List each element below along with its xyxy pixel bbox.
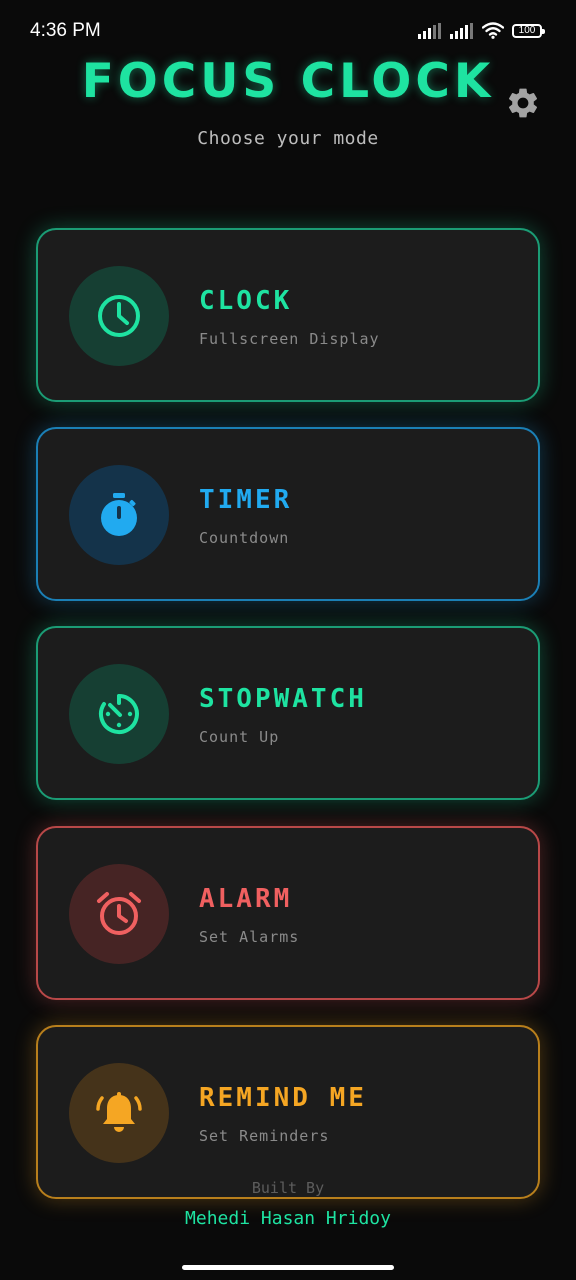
app-title: FOCUS CLOCK	[81, 54, 495, 109]
clock-mode-card[interactable]: CLOCK Fullscreen Display	[36, 228, 540, 402]
stopwatch-icon-circle	[69, 664, 169, 764]
remind-me-icon-circle	[69, 1063, 169, 1163]
battery-level: 100	[518, 24, 536, 36]
remind-me-mode-title: REMIND ME	[199, 1083, 367, 1113]
alarm-icon	[97, 892, 141, 935]
alarm-mode-title: ALARM	[199, 884, 293, 914]
wifi-icon	[482, 22, 504, 39]
alarm-icon-circle	[69, 864, 169, 964]
clock-mode-description: Fullscreen Display	[199, 330, 380, 348]
timer-mode-card[interactable]: TIMER Countdown	[36, 427, 540, 601]
remind-me-mode-description: Set Reminders	[199, 1127, 330, 1145]
clock-icon	[98, 295, 140, 337]
clock-mode-title: CLOCK	[199, 286, 293, 316]
author-name[interactable]: Mehedi Hasan Hridoy	[0, 1208, 576, 1229]
stopwatch-mode-card[interactable]: STOPWATCH Count Up	[36, 626, 540, 800]
signal-icon	[450, 22, 473, 39]
signal-icon	[418, 22, 441, 39]
stopwatch-icon	[98, 694, 139, 734]
clock-icon-circle	[69, 266, 169, 366]
gear-icon[interactable]	[505, 85, 541, 121]
stopwatch-mode-title: STOPWATCH	[199, 684, 367, 714]
stopwatch-mode-description: Count Up	[199, 728, 280, 746]
alarm-mode-card[interactable]: ALARM Set Alarms	[36, 826, 540, 1000]
remind-me-mode-card[interactable]: REMIND ME Set Reminders	[36, 1025, 540, 1199]
timer-icon-circle	[69, 465, 169, 565]
status-time: 4:36 PM	[30, 20, 101, 41]
settings-button[interactable]	[505, 85, 541, 121]
timer-mode-description: Countdown	[199, 529, 290, 547]
status-icons: 100	[418, 22, 545, 39]
timer-icon	[101, 493, 137, 536]
alarm-mode-description: Set Alarms	[199, 928, 300, 946]
home-indicator[interactable]	[182, 1265, 394, 1270]
bell-icon	[96, 1092, 142, 1132]
built-by-label: Built By	[251, 1179, 325, 1197]
timer-mode-title: TIMER	[199, 485, 293, 515]
subtitle: Choose your mode	[197, 128, 379, 149]
battery-icon: 100	[512, 23, 545, 38]
